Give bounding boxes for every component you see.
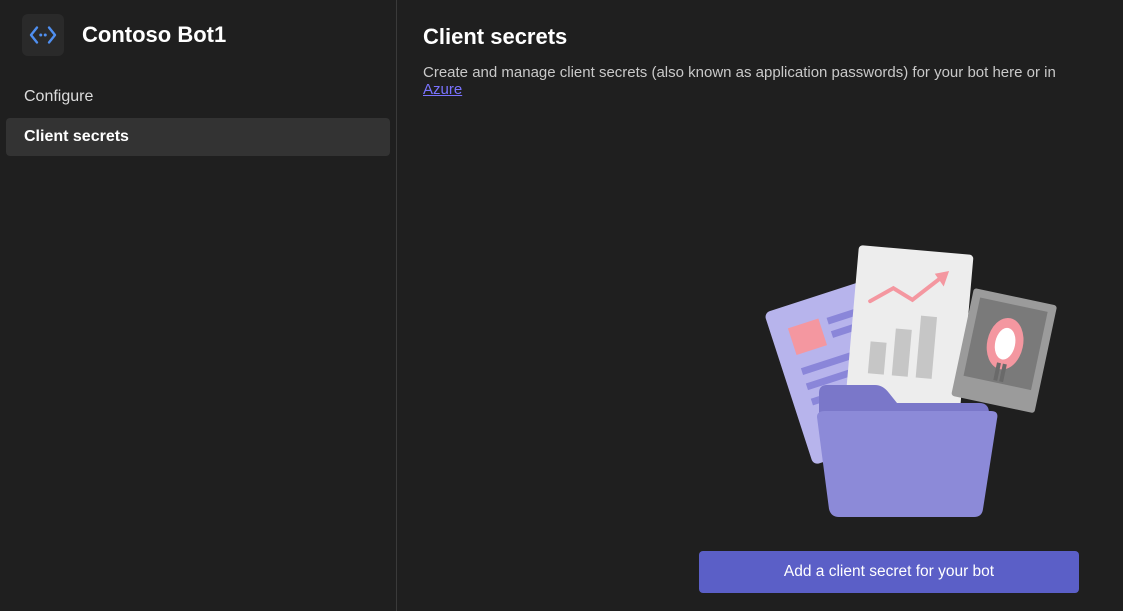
empty-state: Add a client secret for your bot — [679, 243, 1099, 593]
sidebar-nav: Configure Client secrets — [0, 78, 396, 156]
azure-link[interactable]: Azure — [423, 81, 462, 98]
bot-icon — [22, 14, 64, 56]
sidebar: Contoso Bot1 Configure Client secrets — [0, 0, 397, 611]
root: Contoso Bot1 Configure Client secrets Cl… — [0, 0, 1123, 611]
sidebar-item-client-secrets[interactable]: Client secrets — [6, 118, 390, 156]
page-title: Client secrets — [423, 24, 1097, 50]
sidebar-item-configure[interactable]: Configure — [6, 78, 390, 116]
main-content: Client secrets Create and manage client … — [397, 0, 1123, 611]
page-desc-text: Create and manage client secrets (also k… — [423, 64, 1056, 81]
add-client-secret-button[interactable]: Add a client secret for your bot — [699, 551, 1079, 593]
sidebar-header: Contoso Bot1 — [0, 0, 396, 78]
sidebar-item-label: Configure — [24, 88, 93, 105]
empty-state-illustration — [709, 243, 1069, 523]
app-title: Contoso Bot1 — [82, 22, 226, 48]
sidebar-item-label: Client secrets — [24, 128, 129, 145]
page-description: Create and manage client secrets (also k… — [423, 64, 1097, 98]
